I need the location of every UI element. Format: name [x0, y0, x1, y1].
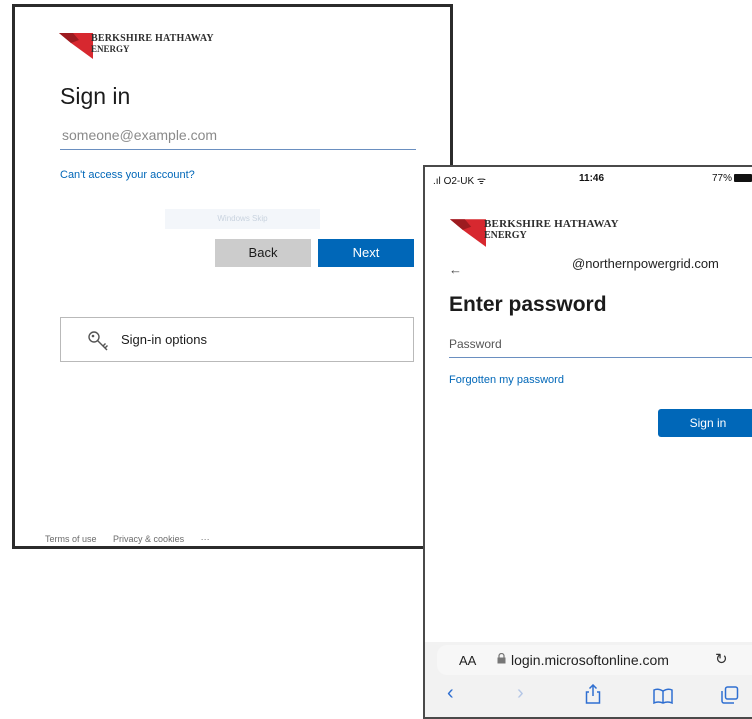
faded-hint-label: Windows Skip [165, 209, 320, 229]
forward-arrow-icon[interactable]: › [517, 682, 524, 705]
forgot-password-link[interactable]: Forgotten my password [449, 374, 564, 386]
back-arrow-icon[interactable]: ← [449, 262, 462, 277]
logo-red-check-icon [59, 33, 93, 59]
battery-percent: 77% [712, 173, 733, 184]
email-input[interactable] [60, 121, 416, 150]
sign-in-options-button[interactable]: Sign-in options [60, 317, 414, 362]
more-options-icon[interactable]: ··· [201, 534, 210, 544]
carrier-name: O2-UK [443, 176, 475, 187]
sign-in-options-label: Sign-in options [121, 332, 207, 347]
back-arrow-icon[interactable]: ‹ [447, 682, 454, 705]
brand-logo: BERKSHIRE HATHAWAY ENERGY [450, 215, 619, 249]
battery-icon [734, 174, 752, 182]
sign-in-button[interactable]: Sign in [658, 409, 752, 437]
terms-link[interactable]: Terms of use [45, 534, 97, 544]
brand-name-line2: ENERGY [484, 230, 527, 241]
status-time: 11:46 [579, 173, 605, 184]
key-icon [87, 330, 109, 357]
password-input[interactable] [449, 331, 752, 358]
privacy-link[interactable]: Privacy & cookies [113, 534, 184, 544]
url-text[interactable]: login.microsoftonline.com [511, 652, 669, 668]
reload-icon[interactable]: ↻ [715, 650, 728, 668]
page-title: Enter password [449, 293, 607, 316]
share-icon[interactable] [585, 683, 601, 710]
bookmarks-icon[interactable] [653, 687, 673, 710]
tabs-icon[interactable] [721, 686, 739, 710]
brand-name-line1: BERKSHIRE HATHAWAY [91, 33, 214, 44]
lock-icon [497, 652, 506, 667]
status-bar: .ıl O2-UK ᯤ 11:46 77% [425, 167, 752, 191]
phone-screen: .ıl O2-UK ᯤ 11:46 77% BERKSHIRE HATHAWAY… [423, 165, 752, 719]
footer: Terms of use Privacy & cookies ··· [45, 534, 224, 544]
wifi-icon: ᯤ [474, 176, 487, 187]
brand-name-line2: ENERGY [91, 44, 130, 54]
logo-red-check-icon [450, 219, 486, 247]
next-button[interactable]: Next [318, 239, 414, 267]
brand-logo: BERKSHIRE HATHAWAY ENERGY [59, 29, 214, 61]
desktop-sign-in-window: BERKSHIRE HATHAWAY ENERGY Sign in Can't … [12, 4, 453, 549]
brand-name-line1: BERKSHIRE HATHAWAY [484, 218, 619, 230]
cant-access-link[interactable]: Can't access your account? [60, 169, 195, 181]
carrier-info: .ıl O2-UK ᯤ [433, 173, 486, 187]
page-title: Sign in [60, 83, 131, 109]
account-email: @northernpowergrid.com [572, 256, 719, 271]
back-button[interactable]: Back [215, 239, 311, 267]
redacted-username [465, 256, 575, 274]
signal-icon: .ıl [433, 176, 444, 187]
battery-status: 77% [712, 173, 752, 184]
text-size-button[interactable]: AA [459, 653, 476, 668]
